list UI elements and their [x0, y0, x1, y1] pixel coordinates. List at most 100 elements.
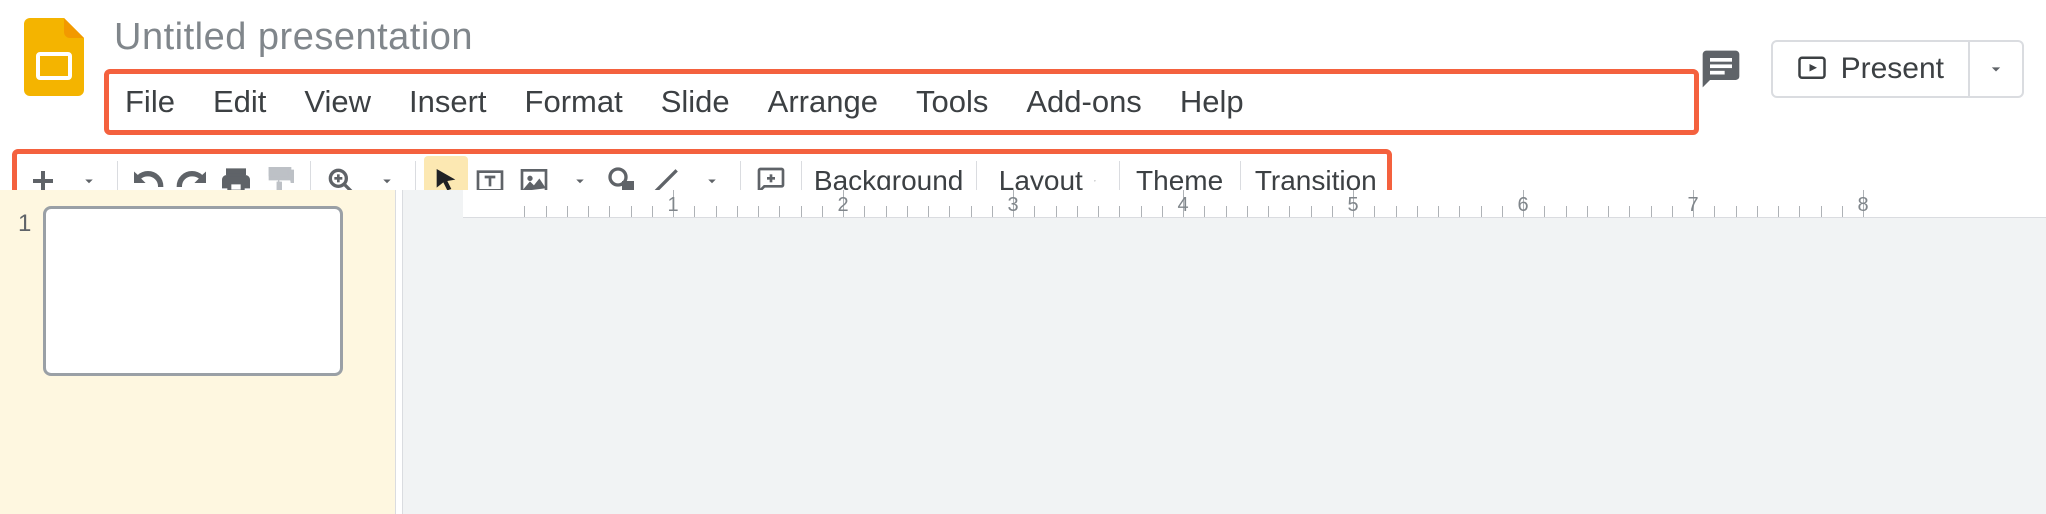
ruler-tick-minor — [1056, 206, 1057, 217]
ruler-label: 3 — [1007, 194, 1018, 217]
workspace: 1 1 2 3 4 5 6 7 8 — [0, 190, 2046, 514]
menu-view[interactable]: View — [298, 80, 377, 124]
ruler-tick-minor — [928, 206, 929, 217]
ruler-label: 4 — [1177, 194, 1188, 217]
ruler-tick-minor — [779, 206, 780, 217]
ruler-tick-minor — [1226, 206, 1227, 217]
menu-tools[interactable]: Tools — [910, 80, 994, 124]
ruler-tick-minor — [609, 206, 610, 217]
chevron-down-icon — [1093, 172, 1097, 190]
ruler-label: 8 — [1857, 194, 1868, 217]
chevron-down-icon — [1986, 59, 2006, 79]
chevron-down-icon — [80, 172, 98, 190]
ruler-tick-minor — [1714, 206, 1715, 217]
title-block: Untitled presentation File Edit View Ins… — [104, 10, 1699, 135]
slide-canvas[interactable] — [463, 218, 2046, 514]
ruler-tick-minor — [949, 206, 950, 217]
menu-file[interactable]: File — [119, 80, 181, 124]
ruler-tick-minor — [1459, 206, 1460, 217]
ruler-tick-minor — [822, 206, 823, 217]
ruler-label: 7 — [1687, 194, 1698, 217]
ruler-tick-minor — [1141, 206, 1142, 217]
ruler-label: 2 — [837, 194, 848, 217]
ruler-tick-minor — [737, 206, 738, 217]
ruler-tick-minor — [524, 206, 525, 217]
menu-edit[interactable]: Edit — [207, 80, 272, 124]
ruler-tick-minor — [1034, 206, 1035, 217]
ruler-tick-minor — [1842, 206, 1843, 217]
ruler-tick-minor — [1438, 206, 1439, 217]
ruler-tick-minor — [1544, 206, 1545, 217]
present-button-group: Present — [1771, 40, 2024, 98]
menu-format[interactable]: Format — [519, 80, 629, 124]
slide-thumbnail[interactable] — [43, 206, 343, 376]
ruler-tick-minor — [567, 206, 568, 217]
menu-slide[interactable]: Slide — [655, 80, 736, 124]
ruler-tick-minor — [1821, 206, 1822, 217]
ruler-tick-minor — [1396, 206, 1397, 217]
chevron-down-icon — [571, 172, 589, 190]
ruler-tick-minor — [652, 206, 653, 217]
ruler-tick-minor — [1587, 206, 1588, 217]
ruler-label: 5 — [1347, 194, 1358, 217]
ruler-tick-minor — [1417, 206, 1418, 217]
ruler-tick-minor — [588, 206, 589, 217]
ruler-tick-minor — [1204, 206, 1205, 217]
comments-icon[interactable] — [1699, 47, 1743, 91]
ruler-tick-minor — [1119, 206, 1120, 217]
ruler-tick-minor — [1651, 206, 1652, 217]
present-icon — [1797, 54, 1827, 84]
menu-insert[interactable]: Insert — [403, 80, 493, 124]
menu-arrange[interactable]: Arrange — [762, 80, 884, 124]
vertical-ruler-gutter — [403, 190, 463, 514]
ruler-tick-minor — [1502, 206, 1503, 217]
ruler-tick-minor — [1757, 206, 1758, 217]
horizontal-ruler: 1 2 3 4 5 6 7 8 — [463, 190, 2046, 218]
ruler-tick-minor — [1289, 206, 1290, 217]
ruler-tick-minor — [992, 206, 993, 217]
slide-number: 1 — [18, 206, 31, 238]
ruler-tick-minor — [1736, 206, 1737, 217]
ruler-tick-minor — [546, 206, 547, 217]
ruler-tick-minor — [1162, 206, 1163, 217]
chevron-down-icon — [703, 172, 721, 190]
ruler-tick-minor — [758, 206, 759, 217]
header-right: Present — [1699, 10, 2026, 98]
ruler-tick-minor — [1799, 206, 1800, 217]
document-title[interactable]: Untitled presentation — [104, 10, 1699, 69]
panel-splitter[interactable] — [395, 190, 403, 514]
ruler-tick-minor — [1098, 206, 1099, 217]
ruler-tick-minor — [631, 206, 632, 217]
ruler-tick-minor — [1247, 206, 1248, 217]
present-label: Present — [1841, 52, 1944, 86]
slide-thumbnail-panel[interactable]: 1 — [0, 190, 395, 514]
menubar: File Edit View Insert Format Slide Arran… — [119, 80, 1250, 124]
ruler-label: 1 — [667, 194, 678, 217]
ruler-tick-minor — [1566, 206, 1567, 217]
chevron-down-icon — [378, 172, 396, 190]
menubar-highlight: File Edit View Insert Format Slide Arran… — [104, 69, 1699, 135]
ruler-tick-minor — [1778, 206, 1779, 217]
ruler-tick-minor — [1629, 206, 1630, 217]
menu-help[interactable]: Help — [1174, 80, 1250, 124]
ruler-label: 6 — [1517, 194, 1528, 217]
ruler-tick-minor — [694, 206, 695, 217]
ruler-tick-minor — [1672, 206, 1673, 217]
menu-addons[interactable]: Add-ons — [1020, 80, 1147, 124]
ruler-tick-minor — [1311, 206, 1312, 217]
canvas-area: 1 2 3 4 5 6 7 8 — [403, 190, 2046, 514]
ruler-tick-minor — [907, 206, 908, 217]
app-logo[interactable] — [24, 10, 104, 96]
ruler-tick-minor — [1481, 206, 1482, 217]
ruler-tick-minor — [1374, 206, 1375, 217]
present-button[interactable]: Present — [1771, 40, 1970, 98]
ruler-tick-minor — [716, 206, 717, 217]
ruler-tick-minor — [864, 206, 865, 217]
ruler-tick-minor — [886, 206, 887, 217]
ruler-tick-minor — [1077, 206, 1078, 217]
ruler-tick-minor — [801, 206, 802, 217]
ruler-tick-minor — [971, 206, 972, 217]
present-dropdown[interactable] — [1970, 40, 2024, 98]
ruler-tick-minor — [1608, 206, 1609, 217]
ruler-tick-minor — [1268, 206, 1269, 217]
